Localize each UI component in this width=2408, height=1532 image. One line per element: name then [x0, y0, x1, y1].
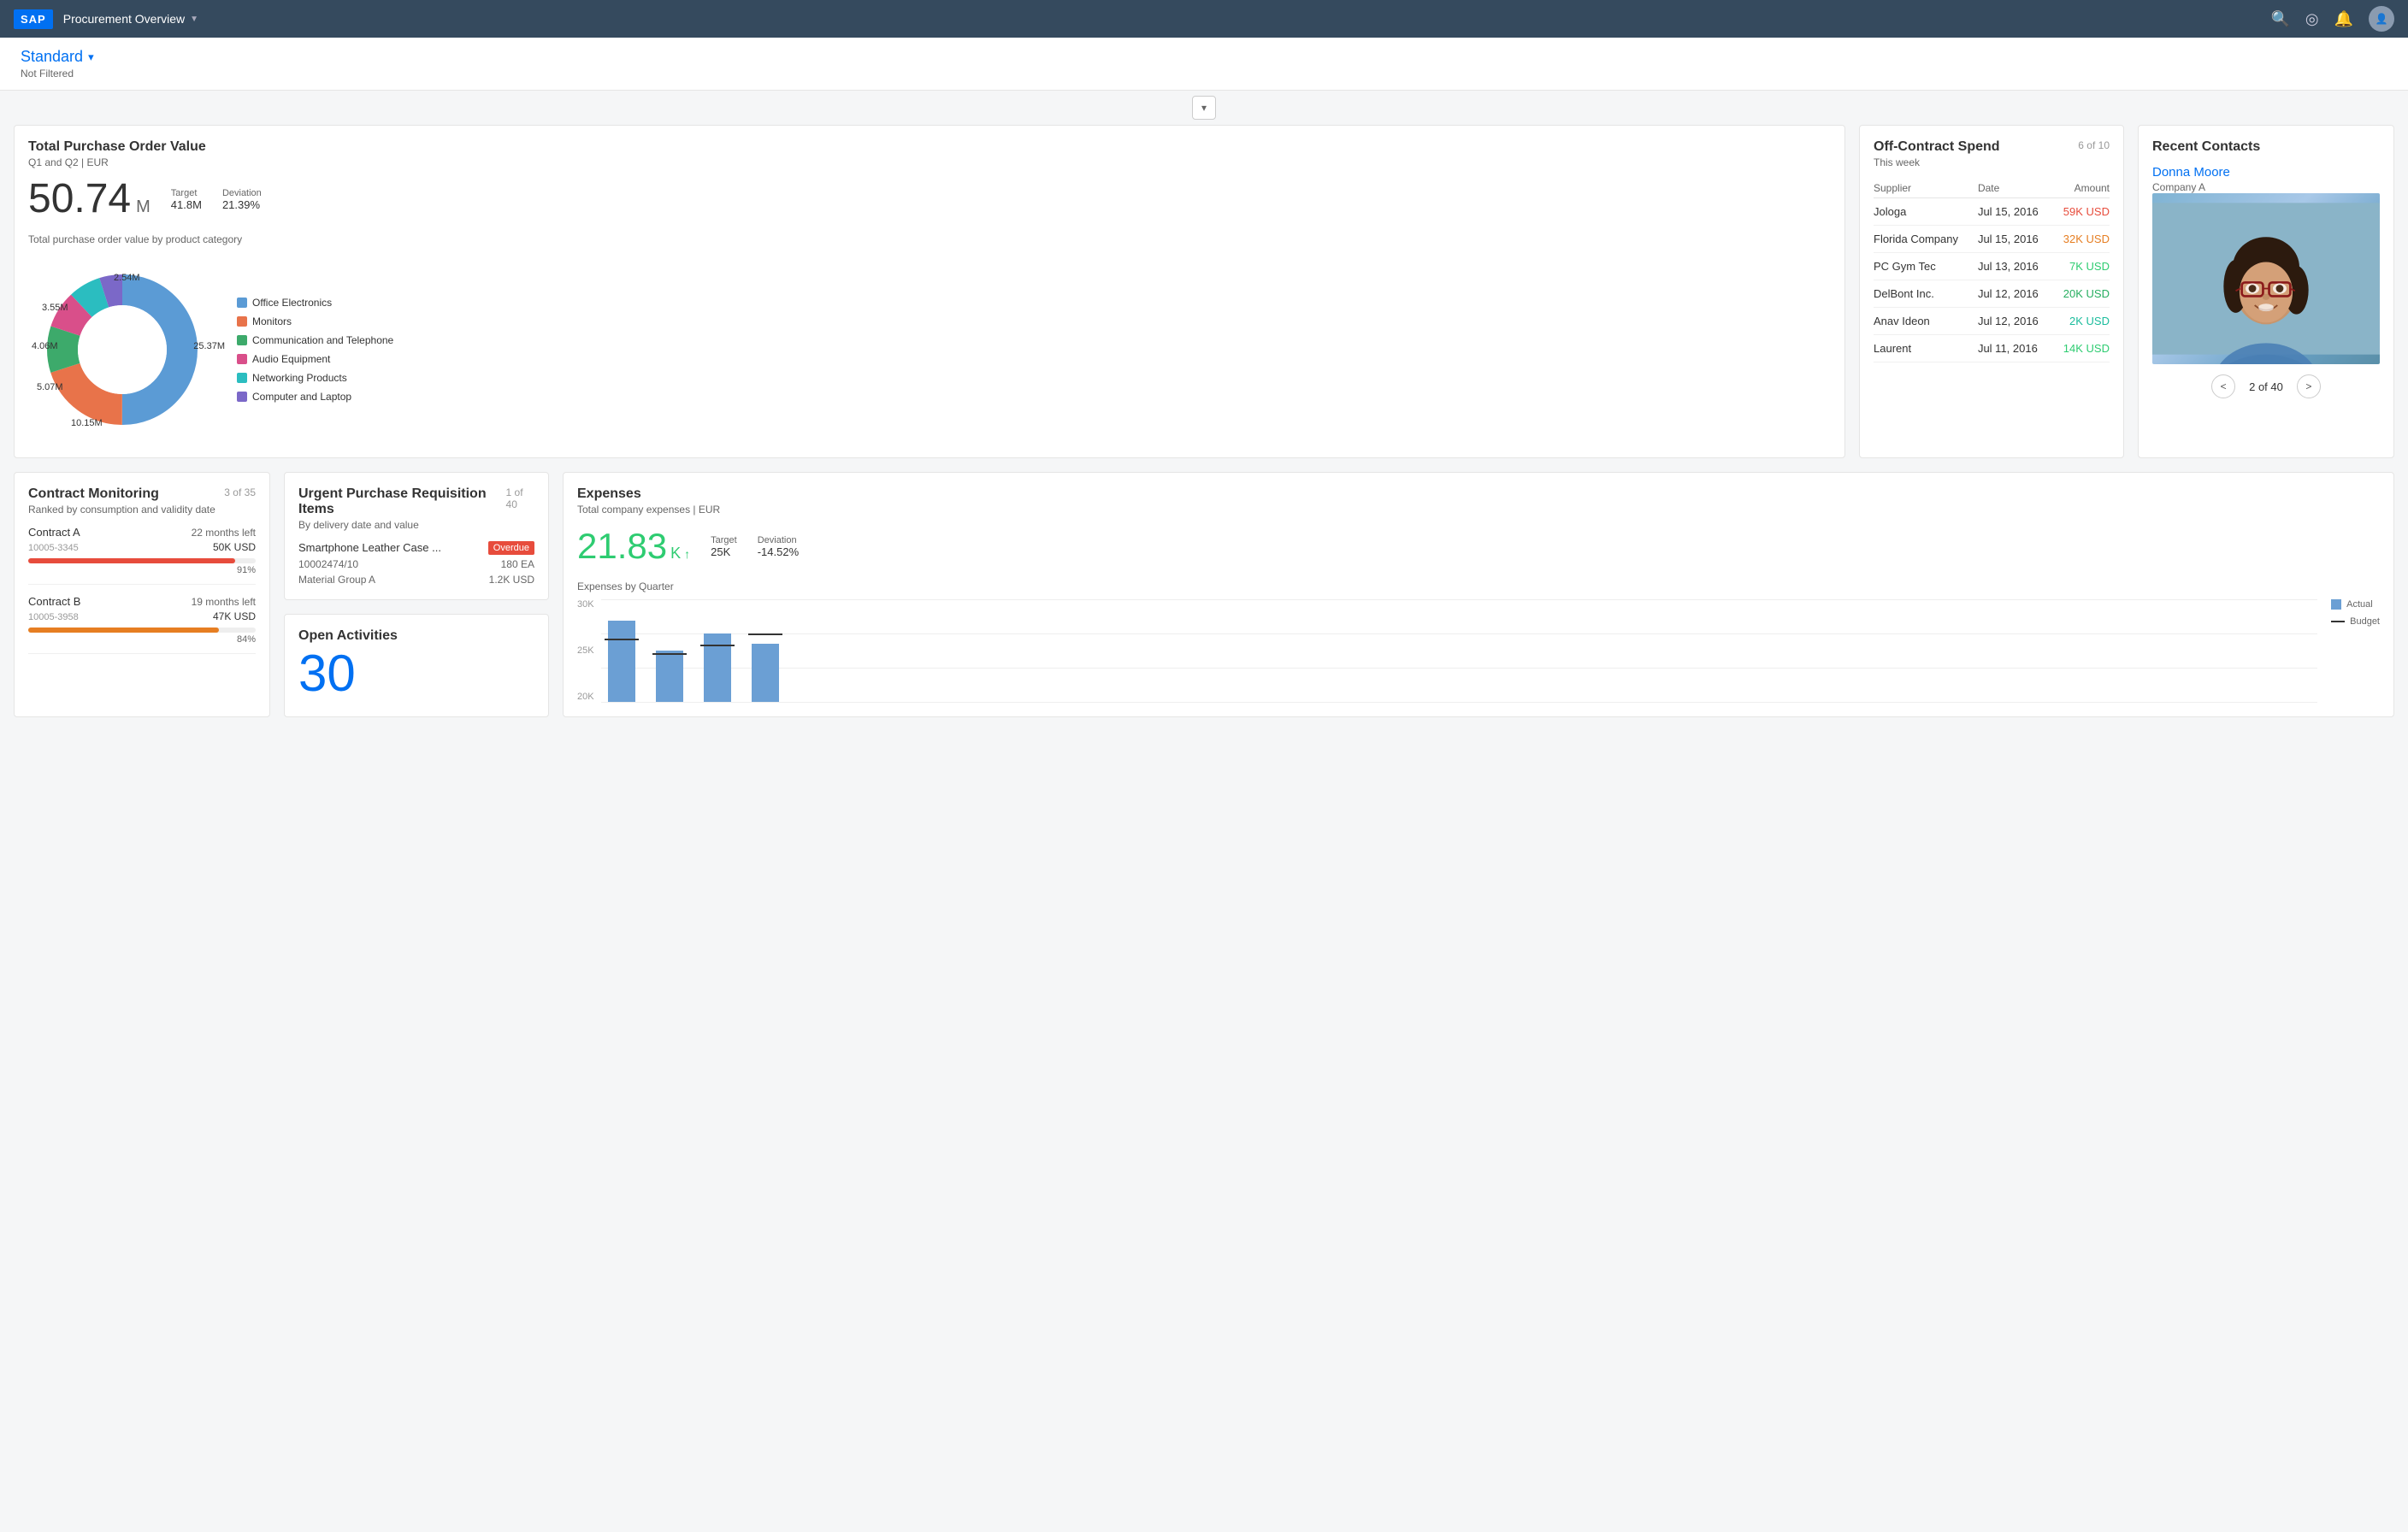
po-value-target: Target 41.8M Deviation 21.39% [171, 188, 262, 211]
filter-bar: Standard ▾ Not Filtered [0, 38, 2408, 91]
legend-actual: Actual [2331, 599, 2380, 610]
urgent-open-stack: Urgent Purchase Requisition Items By del… [284, 472, 549, 717]
off-contract-card: Off-Contract Spend This week 6 of 10 Sup… [1859, 125, 2124, 458]
table-row: Anav Ideon Jul 12, 2016 2K USD [1874, 308, 2110, 335]
filter-subtitle: Not Filtered [21, 68, 94, 80]
circle-icon[interactable]: ◎ [2305, 10, 2319, 28]
contract-item-a: Contract A 22 months left 10005-3345 50K… [28, 526, 256, 585]
collapse-bar: ▾ [0, 91, 2408, 125]
po-value-card: Total Purchase Order Value Q1 and Q2 | E… [14, 125, 1845, 458]
off-contract-header: Off-Contract Spend This week 6 of 10 [1874, 139, 2110, 168]
prev-contact-button[interactable]: < [2211, 374, 2235, 398]
bar-q4 [752, 644, 779, 702]
col-supplier: Supplier [1874, 179, 1978, 198]
po-chart-section: Total purchase order value by product ca… [28, 233, 1831, 444]
search-icon[interactable]: 🔍 [2270, 10, 2289, 28]
contact-photo-svg [2152, 193, 2380, 364]
sap-logo: SAP [14, 9, 53, 29]
contacts-card: Recent Contacts Donna Moore Company A [2138, 125, 2394, 458]
nav-chevron-icon[interactable]: ▼ [190, 15, 198, 24]
urgent-item-1: Smartphone Leather Case ... Overdue 1000… [298, 541, 534, 586]
nav-left: SAP Procurement Overview ▼ [14, 9, 198, 29]
collapse-button[interactable]: ▾ [1192, 96, 1216, 120]
po-value-number: 50.74 M [28, 179, 150, 220]
table-row: Laurent Jul 11, 2016 14K USD [1874, 335, 2110, 362]
donut-container: 2.54M 3.55M 4.06M 5.07M 10.15M 25.37M Of… [28, 256, 1831, 444]
off-contract-table: Supplier Date Amount Jologa Jul 15, 2016… [1874, 179, 2110, 362]
top-nav: SAP Procurement Overview ▼ 🔍 ◎ 🔔 👤 [0, 0, 2408, 38]
open-activities-number: 30 [298, 644, 534, 703]
po-value-subtitle: Q1 and Q2 | EUR [28, 156, 1831, 168]
legend-budget: Budget [2331, 616, 2380, 627]
table-row: Florida Company Jul 15, 2016 32K USD [1874, 226, 2110, 253]
bell-icon[interactable]: 🔔 [2334, 10, 2353, 28]
donut-legend: Office Electronics Monitors Communicatio… [237, 297, 393, 403]
contact-pagination: < 2 of 40 > [2152, 374, 2380, 398]
bar-q1 [608, 621, 635, 702]
bar-q3 [704, 633, 731, 702]
expenses-value: 21.83 K ↑ [577, 526, 690, 567]
col-amount: Amount [2052, 179, 2110, 198]
contact-page-info: 2 of 40 [2249, 380, 2283, 393]
table-row: Jologa Jul 15, 2016 59K USD [1874, 198, 2110, 226]
table-row: DelBont Inc. Jul 12, 2016 20K USD [1874, 280, 2110, 308]
bar-q2 [656, 651, 683, 702]
filter-title[interactable]: Standard ▾ [21, 48, 94, 66]
contact-company: Company A [2152, 181, 2380, 193]
nav-right: 🔍 ◎ 🔔 👤 [2270, 6, 2394, 32]
contract-item-b: Contract B 19 months left 10005-3958 47K… [28, 595, 256, 654]
user-avatar[interactable]: 👤 [2369, 6, 2394, 32]
contact-photo [2152, 193, 2380, 364]
col-date: Date [1978, 179, 2052, 198]
contract-monitoring-card: Contract Monitoring 3 of 35 Ranked by co… [14, 472, 270, 717]
po-value-title: Total Purchase Order Value [28, 139, 1831, 155]
next-contact-button[interactable]: > [2297, 374, 2321, 398]
table-row: PC Gym Tec Jul 13, 2016 7K USD [1874, 253, 2110, 280]
open-activities-card: Open Activities 30 [284, 614, 549, 717]
nav-title: Procurement Overview ▼ [63, 12, 198, 26]
bottom-row: Contract Monitoring 3 of 35 Ranked by co… [0, 472, 2408, 731]
urgent-purchase-card: Urgent Purchase Requisition Items By del… [284, 472, 549, 600]
main-grid: Total Purchase Order Value Q1 and Q2 | E… [0, 125, 2408, 472]
expenses-chart: Expenses by Quarter 30K 25K 20K [577, 580, 2380, 702]
contact-name[interactable]: Donna Moore [2152, 165, 2380, 180]
expenses-card: Expenses Total company expenses | EUR 21… [563, 472, 2394, 717]
filter-chevron-icon[interactable]: ▾ [88, 50, 94, 64]
